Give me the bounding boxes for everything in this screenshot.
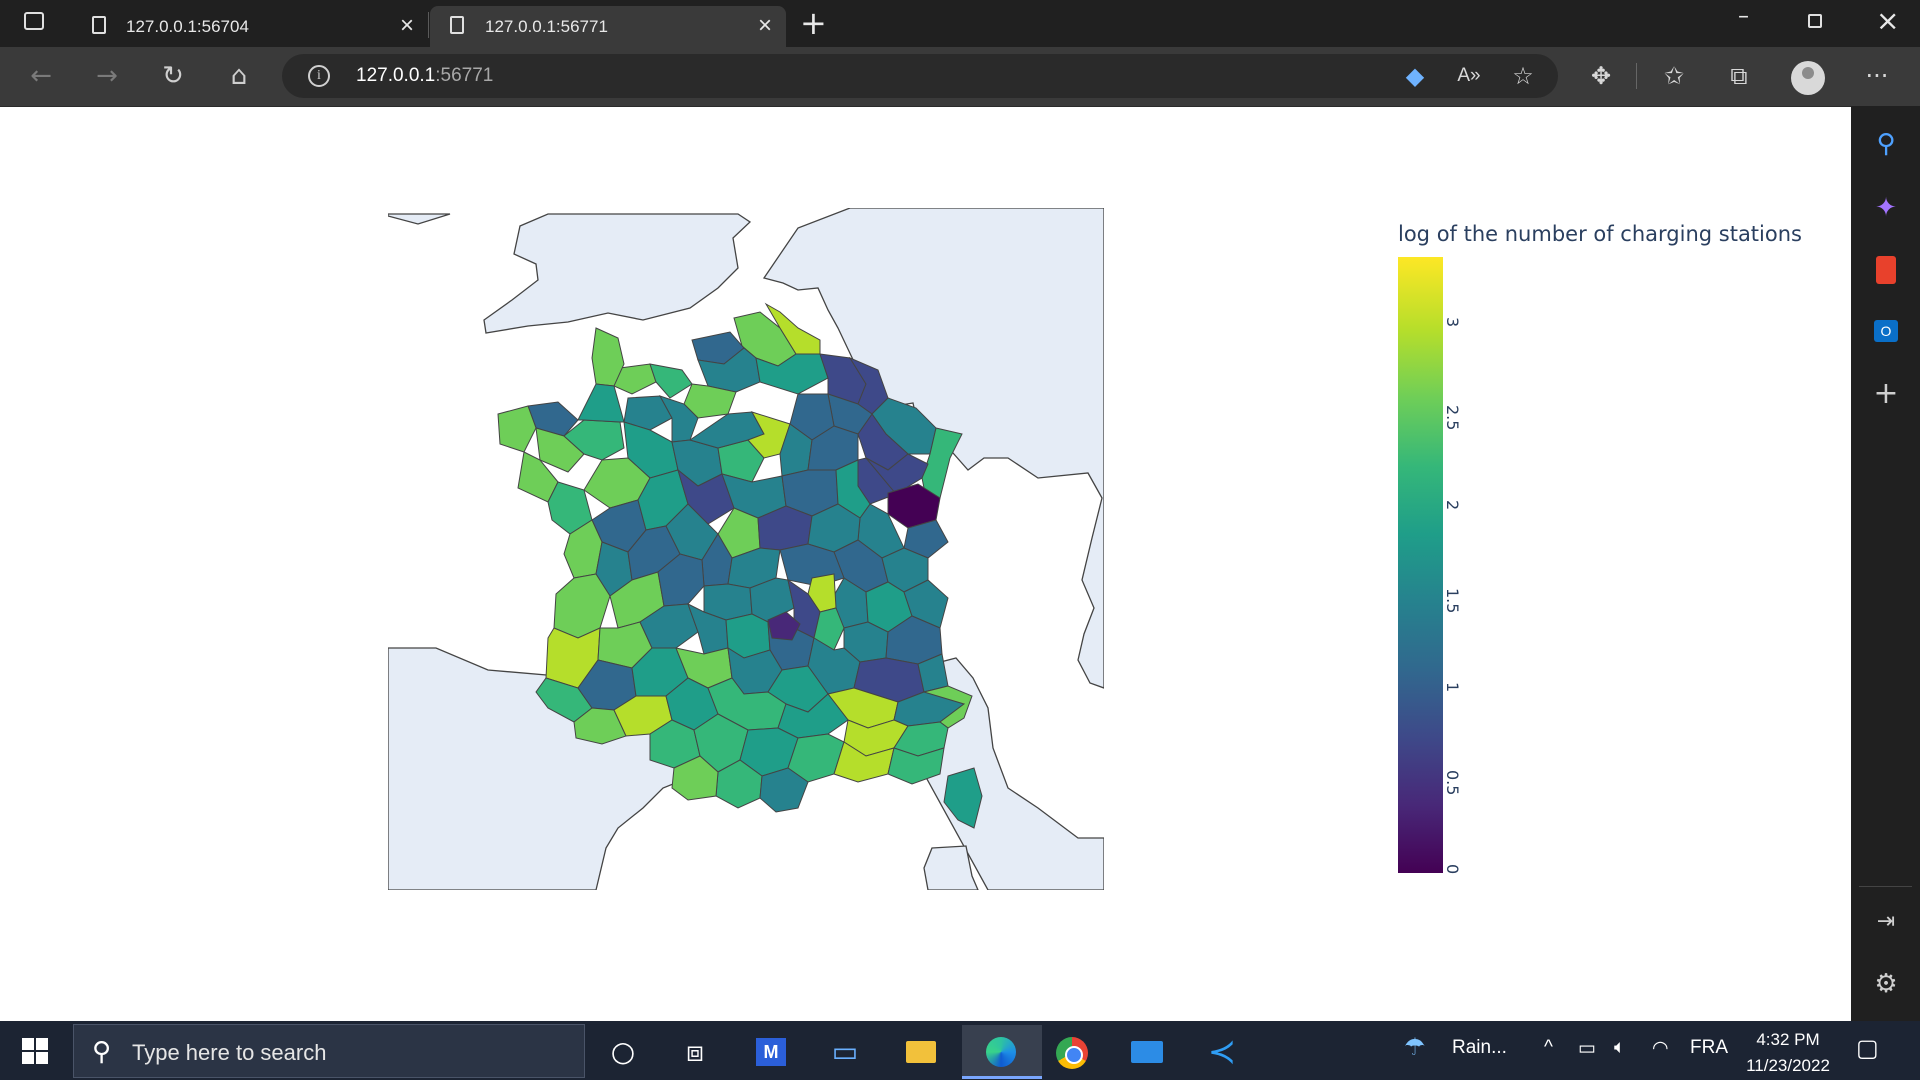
close-tab-icon[interactable]: ×: [758, 12, 772, 40]
vscode-icon[interactable]: ≺: [1192, 1025, 1252, 1079]
hide-sidebar-icon[interactable]: ⇥: [1868, 904, 1904, 940]
clock-time: 4:32 PM: [1756, 1030, 1820, 1049]
colorbar-tick: 0: [1443, 864, 1462, 875]
chrome-icon[interactable]: [1042, 1025, 1102, 1079]
clock-date: 11/23/2022: [1746, 1056, 1830, 1075]
volume-muted-icon[interactable]: 🔈︎: [1614, 1037, 1625, 1059]
collections-icon[interactable]: ⧉: [1722, 59, 1756, 93]
tab-title: 127.0.0.1:56771: [485, 17, 608, 36]
close-icon[interactable]: ×: [1876, 4, 1899, 37]
home-icon[interactable]: ⌂: [222, 59, 256, 93]
add-icon[interactable]: +: [1868, 376, 1904, 412]
taskbar-search[interactable]: ⚲ Type here to search: [73, 1024, 585, 1078]
url-field[interactable]: i 127.0.0.1:56771 ◆ A» ☆: [282, 54, 1558, 98]
colorbar: [1398, 257, 1443, 873]
url-text: 127.0.0.1:56771: [356, 65, 493, 87]
edge-icon[interactable]: [962, 1025, 1042, 1079]
battery-icon[interactable]: ▭: [1578, 1037, 1596, 1060]
outlook-icon[interactable]: O: [1868, 314, 1904, 350]
colorbar-tick: 0.5: [1443, 770, 1462, 796]
task-view-icon[interactable]: ⧈: [665, 1025, 725, 1079]
restore-icon[interactable]: [1808, 14, 1822, 28]
language-indicator[interactable]: FRA: [1690, 1037, 1728, 1059]
read-aloud-icon[interactable]: A»: [1452, 59, 1486, 93]
close-tab-icon[interactable]: ×: [400, 12, 414, 40]
info-icon[interactable]: i: [308, 65, 330, 87]
office-icon[interactable]: [1868, 252, 1904, 288]
plus-icon[interactable]: +: [800, 4, 827, 42]
app-icon[interactable]: M: [740, 1025, 800, 1079]
search-icon[interactable]: ⚲: [1868, 126, 1904, 162]
colorbar-tick: 3: [1443, 317, 1462, 328]
sidebar-divider: [1859, 886, 1912, 887]
tab-title: 127.0.0.1:56704: [126, 17, 249, 36]
minimize-icon[interactable]: –: [1738, 4, 1749, 29]
toolbar-divider: [1636, 63, 1637, 89]
url-host: 127.0.0.1: [356, 65, 436, 86]
coupon-icon[interactable]: ◆: [1398, 59, 1432, 93]
weather-icon[interactable]: ☂: [1404, 1033, 1426, 1062]
tab-2[interactable]: 127.0.0.1:56771 ×: [430, 6, 786, 47]
mail-icon[interactable]: [1117, 1025, 1177, 1079]
colorbar-tick: 1.5: [1443, 588, 1462, 614]
tab-1[interactable]: 127.0.0.1:56704 ×: [0, 6, 428, 47]
weather-text[interactable]: Rain...: [1452, 1037, 1507, 1059]
back-icon[interactable]: ←: [24, 59, 58, 93]
taskbar: ⚲ Type here to search ○ ⧈ M ▭ ≺ ☂ Rain..…: [0, 1021, 1920, 1080]
favorites-icon[interactable]: ✩: [1657, 59, 1691, 93]
colorbar-tick: 1: [1443, 682, 1462, 693]
pc-icon[interactable]: ▭: [815, 1025, 875, 1079]
colorbar-tick: 2.5: [1443, 405, 1462, 431]
choropleth-map[interactable]: [388, 208, 1104, 890]
edge-sidebar: ⚲ ✦ O + ⇥ ⚙: [1851, 106, 1920, 1021]
cortana-icon[interactable]: ○: [593, 1025, 653, 1079]
forward-icon[interactable]: →: [90, 59, 124, 93]
refresh-icon[interactable]: ↻: [156, 59, 190, 93]
settings-icon[interactable]: ⚙: [1868, 966, 1904, 1002]
address-bar: ← → ↻ ⌂ i 127.0.0.1:56771 ◆ A» ☆ ✥ ✩ ⧉ ·…: [0, 47, 1920, 107]
windows-start-icon[interactable]: [22, 1038, 48, 1064]
page-icon: [450, 16, 464, 34]
colorbar-title: log of the number of charging stations: [1398, 222, 1802, 246]
add-favorite-icon[interactable]: ☆: [1506, 59, 1540, 93]
profile-icon[interactable]: [1791, 61, 1825, 95]
tab-separator: [428, 12, 429, 38]
more-icon[interactable]: ···: [1860, 59, 1894, 93]
file-explorer-icon[interactable]: [890, 1025, 950, 1079]
notifications-icon[interactable]: ▢: [1856, 1034, 1879, 1063]
url-port: :56771: [435, 65, 494, 86]
search-icon: ⚲: [92, 1037, 112, 1067]
search-placeholder: Type here to search: [132, 1040, 327, 1065]
wifi-icon[interactable]: ◠: [1652, 1037, 1669, 1060]
clock[interactable]: 4:32 PM 11/23/2022: [1738, 1027, 1838, 1079]
tab-bar: 127.0.0.1:56704 × 127.0.0.1:56771 × + – …: [0, 0, 1920, 47]
page-icon: [92, 16, 106, 34]
show-hidden-icons-icon[interactable]: ^: [1544, 1037, 1553, 1059]
colorbar-tick: 2: [1443, 500, 1462, 511]
extensions-icon[interactable]: ✥: [1584, 59, 1618, 93]
copilot-icon[interactable]: ✦: [1868, 190, 1904, 226]
